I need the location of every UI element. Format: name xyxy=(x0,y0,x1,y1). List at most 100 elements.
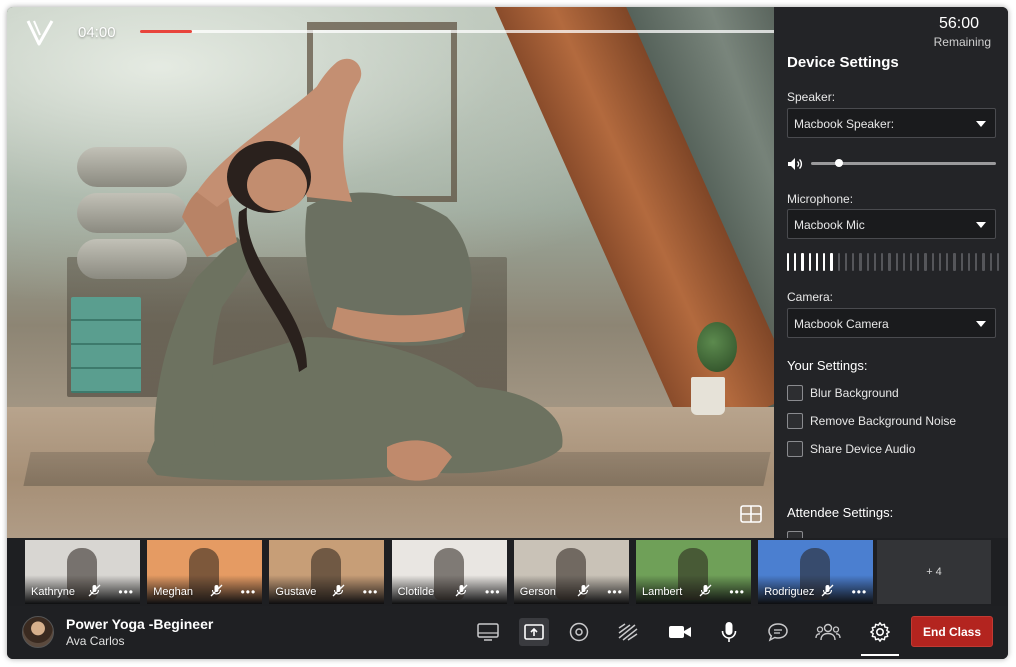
speaker-select[interactable]: Macbook Speaker: xyxy=(787,108,996,138)
mic-level-bar xyxy=(801,253,804,271)
attendee-strip: Kathryne ••• Meghan ••• Gustave ••• Clotilde ••… xyxy=(7,538,1008,606)
mic-muted-icon xyxy=(88,584,101,597)
attendee-tile[interactable]: Meghan ••• xyxy=(147,540,263,604)
chat-button[interactable] xyxy=(763,618,793,646)
more-options-icon[interactable]: ••• xyxy=(118,586,134,598)
mic-level-bar xyxy=(982,253,985,271)
attendee-tile[interactable]: Rodriguez ••• xyxy=(758,540,874,604)
more-options-icon[interactable]: ••• xyxy=(363,586,379,598)
mic-muted-icon xyxy=(821,584,834,597)
blur-background-option[interactable]: Blur Background xyxy=(787,384,899,402)
blur-background-checkbox[interactable] xyxy=(787,385,803,401)
attendee-tile[interactable]: Lambert ••• xyxy=(636,540,751,604)
mic-level-bar xyxy=(873,253,877,271)
background-blur-icon xyxy=(618,623,638,641)
progress-fill xyxy=(140,30,193,33)
remaining-label: Remaining xyxy=(933,35,991,49)
attendee-name: Gustave xyxy=(275,586,317,598)
more-options-icon[interactable]: ••• xyxy=(729,586,745,598)
remove-noise-option[interactable]: Remove Background Noise xyxy=(787,412,956,430)
attendee-tile[interactable]: Gustave ••• xyxy=(269,540,385,604)
end-class-button[interactable]: End Class xyxy=(911,616,993,647)
settings-button[interactable] xyxy=(865,618,895,646)
video-camera-icon xyxy=(669,626,691,638)
mic-level-bar xyxy=(895,253,898,271)
mic-level-bar xyxy=(909,253,913,271)
camera-select[interactable]: Macbook Camera xyxy=(787,308,996,338)
mic-level-bar xyxy=(888,253,891,271)
mic-level-bar xyxy=(794,253,797,271)
attendee-name: Meghan xyxy=(153,586,193,598)
elapsed-time: 04:00 xyxy=(78,24,116,41)
attendee-name: Clotilde xyxy=(397,586,435,598)
mic-level-bar xyxy=(787,253,790,271)
microphone-toggle-button[interactable] xyxy=(714,618,744,646)
layout-grid-icon[interactable] xyxy=(740,505,762,523)
mic-level-bar xyxy=(830,253,833,271)
background-effects-button[interactable] xyxy=(613,618,643,646)
monitor-icon xyxy=(477,623,499,641)
mic-level-meter xyxy=(787,253,1000,271)
attendee-name: Rodriguez xyxy=(764,586,815,598)
record-icon xyxy=(569,622,589,642)
host-name: Ava Carlos xyxy=(66,634,125,648)
more-options-icon[interactable]: ••• xyxy=(852,586,868,598)
settings-active-indicator xyxy=(861,654,899,656)
volume-slider-handle[interactable] xyxy=(834,159,843,167)
mic-level-bar xyxy=(960,253,963,271)
speaker-volume-icon[interactable] xyxy=(787,157,803,171)
record-button[interactable] xyxy=(564,618,594,646)
more-options-icon[interactable]: ••• xyxy=(485,586,501,598)
mic-level-bar xyxy=(917,253,920,271)
attendee-tile[interactable]: Kathryne ••• xyxy=(25,540,140,604)
attendee-name: Gerson xyxy=(519,586,556,598)
attendee-option-checkbox[interactable] xyxy=(787,531,803,538)
blur-background-label: Blur Background xyxy=(810,386,899,400)
camera-toggle-button[interactable] xyxy=(665,618,695,646)
speaker-volume-slider[interactable] xyxy=(811,159,996,167)
device-settings-panel: 56:00 Remaining Device Settings Speaker:… xyxy=(774,7,1008,538)
share-audio-label: Share Device Audio xyxy=(810,442,916,456)
class-title: Power Yoga -Begineer xyxy=(66,616,214,632)
avatar xyxy=(22,616,54,648)
attendee-tile[interactable]: Clotilde ••• xyxy=(391,540,507,604)
mic-level-bar xyxy=(837,253,840,271)
chevron-down-icon xyxy=(976,121,986,127)
more-options-icon[interactable]: ••• xyxy=(607,586,623,598)
remove-noise-checkbox[interactable] xyxy=(787,413,803,429)
share-upload-icon xyxy=(524,624,544,640)
microphone-select[interactable]: Macbook Mic xyxy=(787,209,996,239)
chevron-down-icon xyxy=(976,222,986,228)
brand-logo-icon xyxy=(26,20,54,46)
mic-level-bar xyxy=(975,253,978,271)
participants-button[interactable] xyxy=(813,618,843,646)
gear-icon xyxy=(870,622,890,642)
chevron-down-icon xyxy=(976,321,986,327)
speaker-label: Speaker: xyxy=(787,90,836,104)
mic-muted-icon xyxy=(210,584,223,597)
people-icon xyxy=(815,623,841,641)
share-audio-checkbox[interactable] xyxy=(787,441,803,457)
attendee-name: Kathryne xyxy=(31,586,76,598)
mic-muted-icon xyxy=(332,584,345,597)
attendee-tile[interactable]: Gerson ••• xyxy=(513,540,629,604)
attendee-option-partial[interactable] xyxy=(787,530,810,538)
control-bar: Power Yoga -Begineer Ava Carlos End Clas… xyxy=(7,606,1008,659)
your-settings-title: Your Settings: xyxy=(787,358,868,373)
microphone-icon xyxy=(721,622,737,642)
share-screen-button[interactable] xyxy=(519,618,549,646)
panel-title: Device Settings xyxy=(787,54,899,71)
camera-select-value: Macbook Camera xyxy=(794,317,889,331)
mic-level-bar xyxy=(931,253,934,271)
instructor-video[interactable]: 04:00 xyxy=(7,7,774,538)
chat-bubble-icon xyxy=(768,623,788,642)
attendee-name: Lambert xyxy=(642,586,683,598)
mic-muted-icon xyxy=(455,584,468,597)
speaker-select-value: Macbook Speaker: xyxy=(794,117,895,131)
screen-layout-button[interactable] xyxy=(473,618,503,646)
share-audio-option[interactable]: Share Device Audio xyxy=(787,440,915,458)
more-options-icon[interactable]: ••• xyxy=(241,586,257,598)
progress-bar[interactable] xyxy=(140,30,774,33)
more-attendees-tile[interactable]: + 4 xyxy=(877,540,991,604)
mic-level-bar xyxy=(866,253,869,271)
